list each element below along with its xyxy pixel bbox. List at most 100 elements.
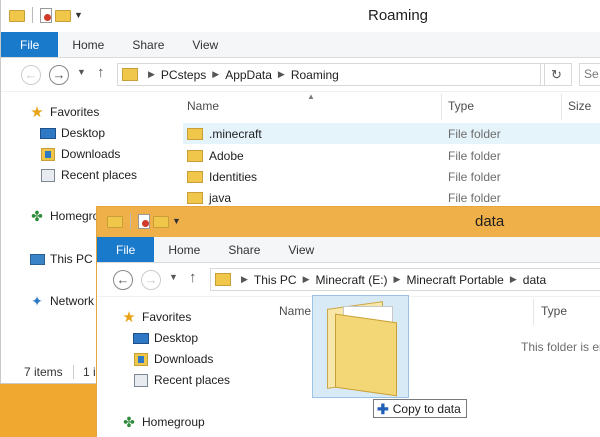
breadcrumb-pcsteps[interactable]: PCsteps	[161, 68, 206, 82]
sidebar-item-downloads[interactable]: Downloads	[133, 351, 213, 367]
back-button[interactable]: ←	[113, 270, 133, 290]
sidebar-item-desktop[interactable]: Desktop	[40, 125, 105, 141]
status-divider	[73, 365, 74, 379]
navigation-bar: ← → ▼ ↑ ▶ PCsteps ▶ AppData ▶ Roaming ▼ …	[1, 58, 600, 92]
sidebar-item-downloads[interactable]: Downloads	[40, 146, 120, 162]
properties-icon[interactable]	[138, 213, 150, 229]
tab-view[interactable]: View	[274, 237, 328, 262]
address-bar[interactable]: ▶ PCsteps ▶ AppData ▶ Roaming	[117, 63, 541, 86]
sidebar-label: Desktop	[154, 331, 199, 345]
navigation-bar: ← → ▼ ↑ ▶ This PC ▶ Minecraft (E:) ▶ Min…	[97, 263, 600, 297]
up-arrow-icon[interactable]: ↑	[97, 64, 105, 81]
sidebar-label: Favorites	[142, 310, 192, 324]
column-header-name[interactable]: Name	[187, 99, 219, 113]
sidebar-label: Network	[50, 294, 95, 308]
sidebar-label: Desktop	[61, 126, 106, 140]
customize-toolbar-icon[interactable]: ▼	[172, 216, 182, 226]
network-icon: ✦	[31, 292, 43, 309]
sidebar-item-this-pc[interactable]: This PC	[29, 251, 93, 267]
folder-icon	[9, 10, 25, 22]
desktop-icon	[133, 332, 149, 344]
chevron-right-icon[interactable]: ▶	[394, 274, 401, 285]
ribbon-tabs: File Home Share View	[1, 32, 600, 58]
quick-access-toolbar: ▼	[9, 7, 84, 23]
tab-view[interactable]: View	[178, 32, 232, 57]
column-header-type[interactable]: Type	[541, 304, 567, 318]
back-button[interactable]: ←	[21, 65, 41, 85]
tab-share[interactable]: Share	[118, 32, 178, 57]
title-bar[interactable]: ▼ data	[97, 207, 600, 237]
recent-places-icon	[134, 373, 148, 387]
column-divider[interactable]	[533, 299, 534, 325]
folder-icon	[122, 68, 138, 81]
breadcrumb-roaming[interactable]: Roaming	[291, 68, 339, 82]
refresh-area: ↻	[544, 63, 572, 86]
sidebar-label: Homegroup	[142, 415, 205, 429]
star-icon: ★	[30, 104, 44, 121]
file-row[interactable]: .minecraft File folder	[183, 123, 600, 144]
new-folder-icon[interactable]	[55, 10, 71, 22]
breadcrumb-appdata[interactable]: AppData	[225, 68, 272, 82]
chevron-right-icon[interactable]: ▶	[241, 274, 248, 285]
breadcrumb-data[interactable]: data	[523, 273, 546, 287]
plus-icon: ✚	[377, 400, 389, 417]
refresh-icon[interactable]: ↻	[545, 67, 568, 83]
column-divider[interactable]	[441, 94, 442, 120]
downloads-icon	[41, 147, 55, 161]
properties-icon[interactable]	[40, 7, 52, 23]
tab-home[interactable]: Home	[58, 32, 118, 57]
folder-icon	[335, 313, 397, 397]
column-header-size[interactable]: Size	[568, 99, 591, 113]
tab-share[interactable]: Share	[214, 237, 274, 262]
toolbar-separator	[32, 7, 33, 23]
address-bar[interactable]: ▶ This PC ▶ Minecraft (E:) ▶ Minecraft P…	[210, 268, 600, 291]
chevron-right-icon[interactable]: ▶	[510, 274, 517, 285]
title-bar[interactable]: ▼ Roaming	[1, 0, 600, 32]
recent-locations-icon[interactable]: ▼	[169, 272, 178, 282]
recent-icon-wrap	[133, 372, 149, 388]
sidebar-item-recent-places[interactable]: Recent places	[40, 167, 137, 183]
tab-home[interactable]: Home	[154, 237, 214, 262]
computer-icon	[29, 253, 45, 265]
sidebar-item-homegroup[interactable]: ✤ Homegroup	[121, 414, 205, 430]
file-row[interactable]: Identities File folder	[183, 166, 600, 187]
breadcrumb-this-pc[interactable]: This PC	[254, 273, 297, 287]
chevron-right-icon[interactable]: ▶	[148, 69, 155, 80]
tab-file[interactable]: File	[97, 237, 155, 262]
sidebar-item-recent-places[interactable]: Recent places	[133, 372, 230, 388]
new-folder-icon[interactable]	[153, 216, 169, 228]
sidebar-item-network[interactable]: ✦ Network	[29, 293, 94, 309]
breadcrumb-minecraft-portable[interactable]: Minecraft Portable	[406, 273, 503, 287]
chevron-right-icon[interactable]: ▶	[278, 69, 285, 80]
chevron-right-icon[interactable]: ▶	[212, 69, 219, 80]
recent-locations-icon[interactable]: ▼	[77, 67, 86, 77]
search-input[interactable]: Se	[579, 63, 600, 86]
forward-button[interactable]: →	[49, 65, 69, 85]
dragged-folder-preview	[312, 295, 409, 398]
sidebar-item-desktop[interactable]: Desktop	[133, 330, 198, 346]
sidebar-label: Recent places	[154, 373, 231, 387]
sidebar-label: This PC	[50, 252, 93, 266]
folder-icon	[187, 149, 203, 162]
window-title: data	[475, 213, 505, 230]
file-type: File folder	[448, 126, 501, 141]
file-row[interactable]: Adobe File folder	[183, 145, 600, 166]
desktop-icon	[40, 127, 56, 139]
folder-icon	[215, 273, 231, 286]
tab-file[interactable]: File	[1, 32, 59, 57]
up-arrow-icon[interactable]: ↑	[189, 269, 197, 286]
sidebar-item-favorites[interactable]: ★ Favorites	[121, 309, 192, 326]
sidebar-label: Downloads	[61, 147, 121, 161]
forward-button[interactable]: →	[141, 270, 161, 290]
column-header-type[interactable]: Type	[448, 99, 474, 113]
customize-toolbar-icon[interactable]: ▼	[74, 10, 84, 20]
empty-folder-message: This folder is er	[521, 340, 600, 354]
recent-icon-wrap	[40, 167, 56, 183]
sidebar-label: Favorites	[50, 105, 100, 119]
column-header-name[interactable]: Name	[279, 304, 311, 318]
breadcrumb-minecraft-drive[interactable]: Minecraft (E:)	[316, 273, 388, 287]
chevron-right-icon[interactable]: ▶	[303, 274, 310, 285]
file-row[interactable]: java File folder	[183, 187, 600, 208]
column-divider[interactable]	[561, 94, 562, 120]
sidebar-item-favorites[interactable]: ★ Favorites	[29, 104, 100, 121]
